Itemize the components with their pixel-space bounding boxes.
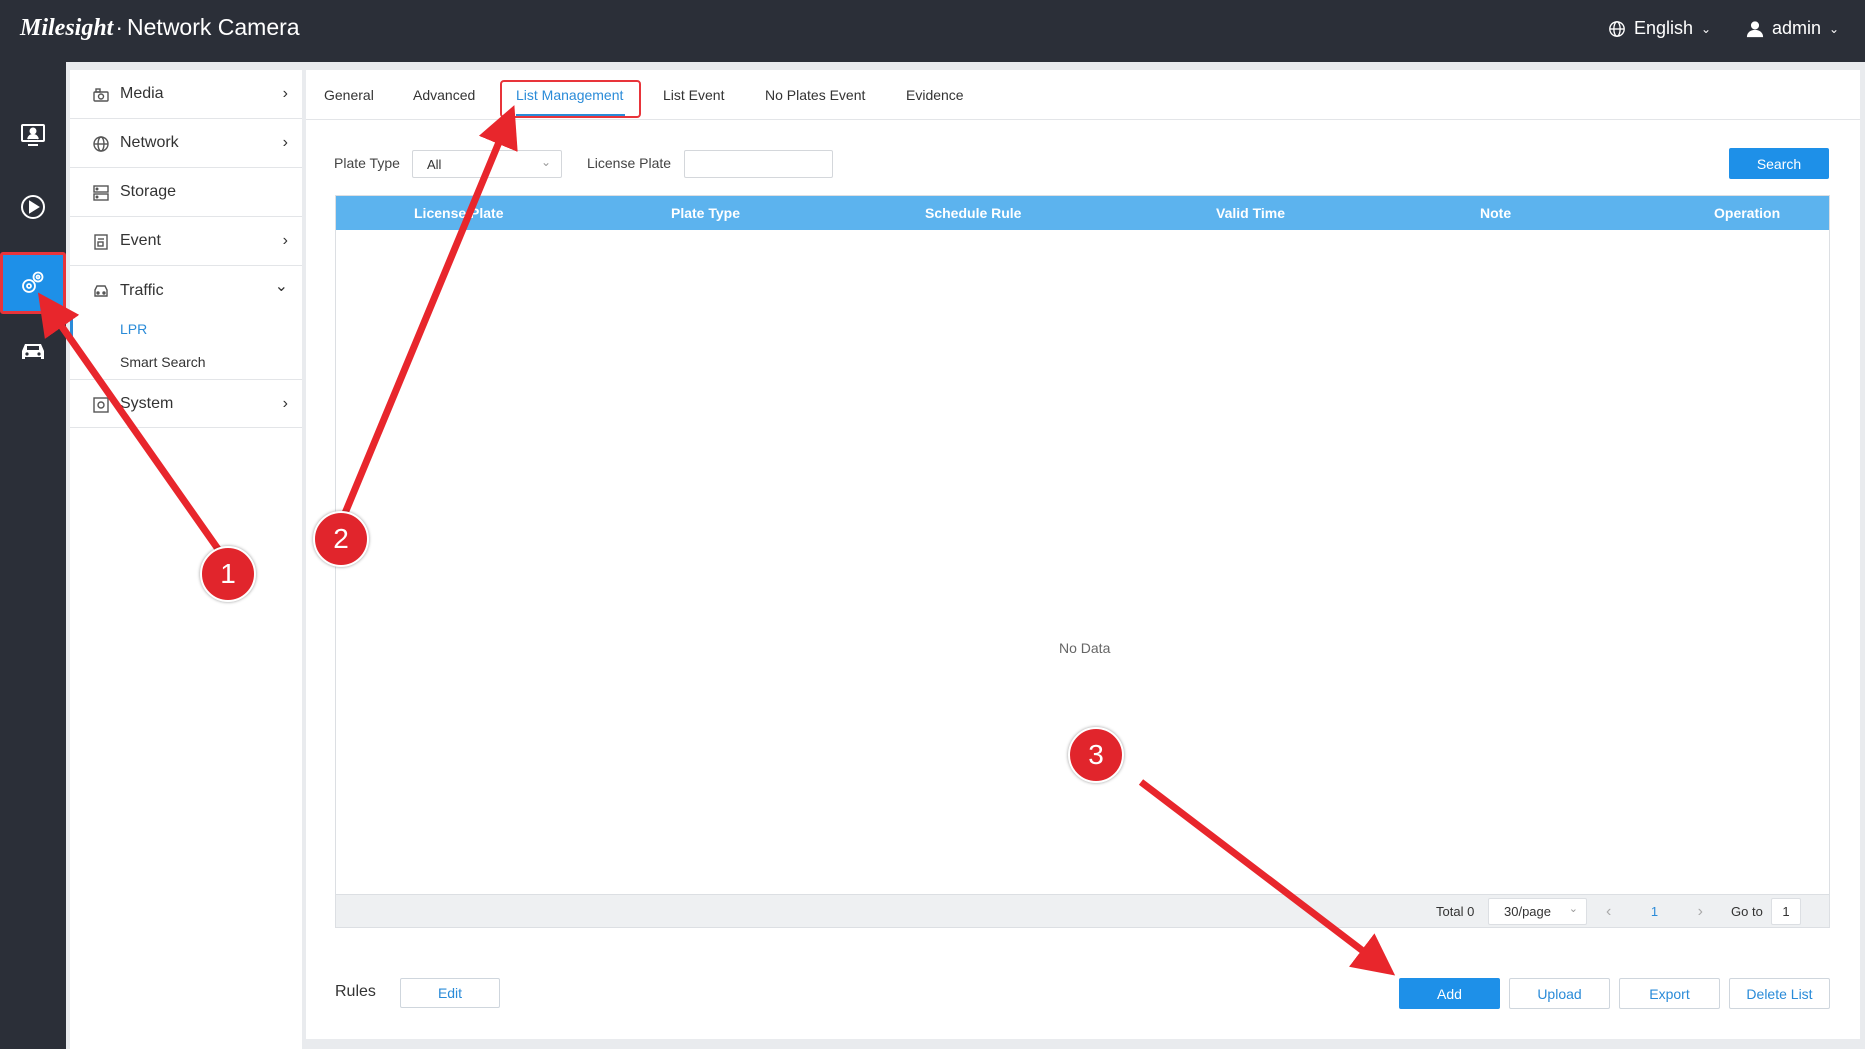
rail-item-settings[interactable]: [0, 252, 66, 314]
language-selector[interactable]: English ⌄: [1608, 18, 1711, 39]
sidebar-item-storage[interactable]: Storage: [70, 168, 302, 217]
top-bar: Milesight· Network Camera English ⌄ admin…: [0, 0, 1865, 62]
rail-item-live-view[interactable]: [0, 104, 66, 166]
tab-bar: General Advanced List Management List Ev…: [306, 70, 1860, 120]
brand-product: Network Camera: [127, 14, 300, 40]
tab-no-plates-event[interactable]: No Plates Event: [765, 87, 865, 103]
plate-type-label: Plate Type: [334, 155, 400, 171]
total-count: Total 0: [1436, 904, 1475, 919]
camera-icon: [93, 88, 109, 102]
play-circle-icon: [21, 195, 45, 219]
annotation-marker-2: 2: [313, 511, 369, 567]
user-name: admin: [1772, 18, 1822, 38]
chevron-down-icon: ⌄: [540, 155, 551, 169]
delete-list-button[interactable]: Delete List: [1729, 978, 1830, 1009]
license-plate-label: License Plate: [587, 155, 672, 171]
brand: Milesight· Network Camera: [20, 14, 300, 42]
car-icon: [94, 285, 108, 297]
gears-icon: [22, 271, 44, 293]
prev-page-icon[interactable]: ‹: [1606, 903, 1611, 921]
export-button[interactable]: Export: [1619, 978, 1720, 1009]
list-table: License Plate Plate Type Schedule Rule V…: [335, 195, 1830, 928]
chevron-down-icon: ⌄: [274, 278, 288, 295]
event-icon: [94, 234, 108, 250]
sidebar-item-label: Network: [120, 134, 179, 151]
tab-general[interactable]: General: [324, 87, 374, 103]
search-button[interactable]: Search: [1729, 148, 1829, 179]
annotation-marker-3: 3: [1068, 727, 1124, 783]
goto-input[interactable]: 1: [1771, 898, 1801, 925]
sidebar-item-event[interactable]: Event ›: [70, 217, 302, 266]
license-plate-input[interactable]: [684, 150, 833, 178]
column-header-schedule-rule: Schedule Rule: [925, 205, 1022, 221]
add-button[interactable]: Add: [1399, 978, 1500, 1009]
upload-button[interactable]: Upload: [1509, 978, 1610, 1009]
goto-label: Go to: [1731, 904, 1763, 919]
car-icon: [22, 344, 44, 359]
page-nav: ‹ 1 ›: [1602, 898, 1707, 925]
monitor-icon: [21, 124, 45, 146]
user-menu[interactable]: admin ⌄: [1746, 18, 1839, 39]
annotation-marker-1: 1: [200, 546, 256, 602]
current-page[interactable]: 1: [1651, 904, 1658, 919]
globe-icon: [1609, 20, 1625, 37]
sidebar-item-label: Media: [120, 85, 164, 102]
tab-highlight-box: [500, 80, 641, 118]
chevron-right-icon: ›: [282, 232, 288, 249]
chevron-down-icon: ⌄: [1701, 21, 1712, 36]
brand-separator: ·: [115, 14, 124, 40]
rail-item-vehicle[interactable]: [0, 320, 66, 382]
user-icon: [1746, 20, 1764, 37]
sidebar-subitem-smart-search[interactable]: Smart Search: [120, 354, 206, 370]
sidebar-item-label: Event: [120, 232, 161, 249]
pagination: Total 0 30/page ⌄ ‹ 1 › Go to 1: [336, 894, 1829, 927]
tab-advanced[interactable]: Advanced: [413, 87, 475, 103]
plate-type-select[interactable]: All ⌄: [412, 150, 562, 178]
tab-list-event[interactable]: List Event: [663, 87, 724, 103]
chevron-down-icon: ⌄: [1568, 903, 1578, 915]
rules-label: Rules: [335, 983, 376, 1000]
page-size-select[interactable]: 30/page ⌄: [1488, 898, 1587, 925]
sidebar-item-label: Traffic: [120, 281, 164, 299]
brand-logo: Milesight: [20, 15, 114, 41]
column-header-valid-time: Valid Time: [1216, 205, 1285, 221]
sidebar-subitem-lpr[interactable]: LPR: [120, 321, 147, 337]
sidebar-item-traffic[interactable]: Traffic ⌄: [70, 266, 302, 315]
chevron-right-icon: ›: [282, 394, 288, 412]
chevron-right-icon: ›: [282, 85, 288, 102]
column-header-plate-type: Plate Type: [671, 205, 740, 221]
system-icon: [93, 397, 109, 413]
next-page-icon[interactable]: ›: [1698, 903, 1703, 921]
plate-type-value: All: [427, 157, 442, 172]
chevron-right-icon: ›: [282, 134, 288, 151]
column-header-license-plate: License Plate: [414, 205, 504, 221]
sidebar-item-system[interactable]: System ›: [70, 379, 302, 428]
sidebar-item-media[interactable]: Media ›: [70, 70, 302, 119]
language-label: English: [1634, 18, 1694, 38]
column-header-note: Note: [1480, 205, 1512, 221]
sidebar-item-label: Storage: [120, 183, 177, 200]
column-header-operation: Operation: [1714, 205, 1781, 221]
rail-item-playback[interactable]: [0, 176, 66, 238]
icon-rail: [0, 62, 66, 1049]
page-size-value: 30/page: [1504, 904, 1551, 919]
edit-rules-button[interactable]: Edit: [400, 978, 500, 1008]
globe-icon: [93, 136, 109, 152]
table-header: License Plate Plate Type Schedule Rule V…: [336, 196, 1829, 230]
active-indicator: [70, 315, 73, 341]
sidebar: Media › Network › Storage Event › Traffi…: [70, 70, 302, 1049]
sidebar-item-label: System: [120, 394, 174, 412]
storage-icon: [93, 185, 109, 201]
main-panel: General Advanced List Management List Ev…: [306, 70, 1860, 1039]
empty-state-text: No Data: [1059, 640, 1111, 656]
sidebar-item-network[interactable]: Network ›: [70, 119, 302, 168]
tab-evidence[interactable]: Evidence: [906, 87, 964, 103]
chevron-down-icon: ⌄: [1829, 21, 1840, 36]
